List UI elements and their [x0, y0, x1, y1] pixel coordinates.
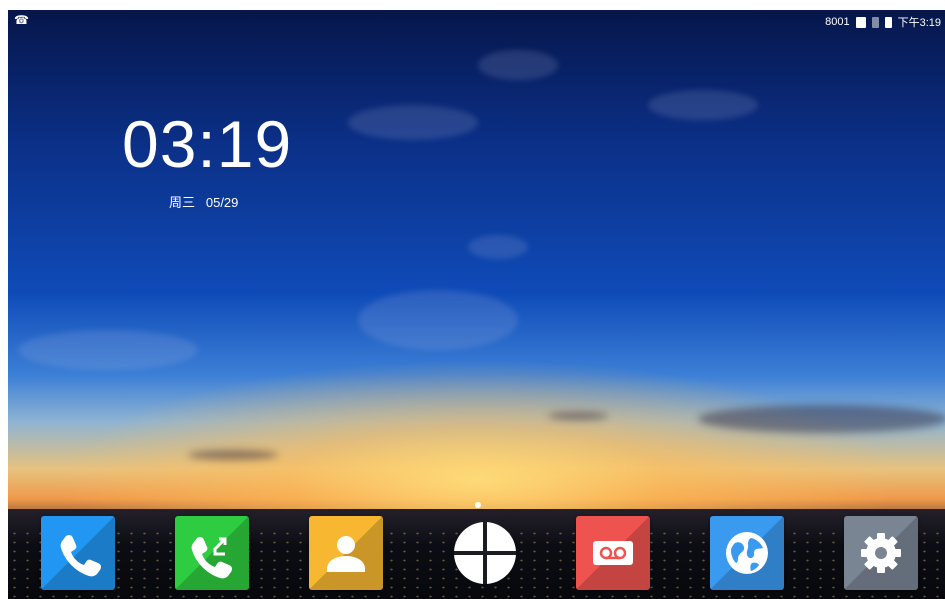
- phone-transfer-icon: [191, 536, 233, 579]
- voicemail-icon: [593, 541, 633, 565]
- wallpaper-cloud: [18, 330, 198, 370]
- phone-app-button[interactable]: [41, 516, 115, 590]
- extension-number: 8001: [825, 16, 850, 28]
- wallpaper-cloud: [358, 290, 518, 350]
- wallpaper-cloud: [478, 50, 558, 80]
- phone-icon: ☎: [14, 13, 29, 27]
- network-icon: [855, 16, 866, 28]
- app-launcher-button[interactable]: [448, 516, 522, 590]
- browser-app-button[interactable]: [710, 516, 784, 590]
- voicemail-app-button[interactable]: [576, 516, 650, 590]
- wallpaper-cloud: [348, 105, 478, 140]
- wallpaper-cloud: [648, 90, 758, 120]
- battery-icon: [884, 16, 892, 28]
- status-right: 8001 下午3:19: [825, 14, 941, 30]
- home-screen: ☎ 8001 下午3:19 03:19 周三 05/29: [8, 10, 945, 599]
- wallpaper-cloud: [188, 450, 278, 460]
- contacts-app-button[interactable]: [309, 516, 383, 590]
- gear-icon: [861, 533, 901, 573]
- status-bar: ☎ 8001 下午3:19: [8, 10, 945, 32]
- call-transfer-app-button[interactable]: [175, 516, 249, 590]
- app-drawer-icon: [454, 522, 516, 584]
- signal-icon: [871, 16, 879, 28]
- clock-widget-time[interactable]: 03:19: [122, 106, 292, 182]
- clock-widget-date[interactable]: 周三 05/29: [169, 192, 238, 211]
- date-value: 05/29: [205, 195, 239, 210]
- phone-icon: [60, 534, 102, 577]
- wallpaper-cloud: [468, 235, 528, 259]
- weekday: 周三: [169, 195, 196, 210]
- settings-app-button[interactable]: [844, 516, 918, 590]
- wallpaper-cloud: [698, 405, 945, 433]
- person-icon: [327, 536, 365, 572]
- status-time: 下午3:19: [897, 17, 941, 29]
- globe-icon: [726, 532, 768, 574]
- page-indicator: [475, 502, 481, 508]
- wallpaper-cloud: [548, 412, 608, 420]
